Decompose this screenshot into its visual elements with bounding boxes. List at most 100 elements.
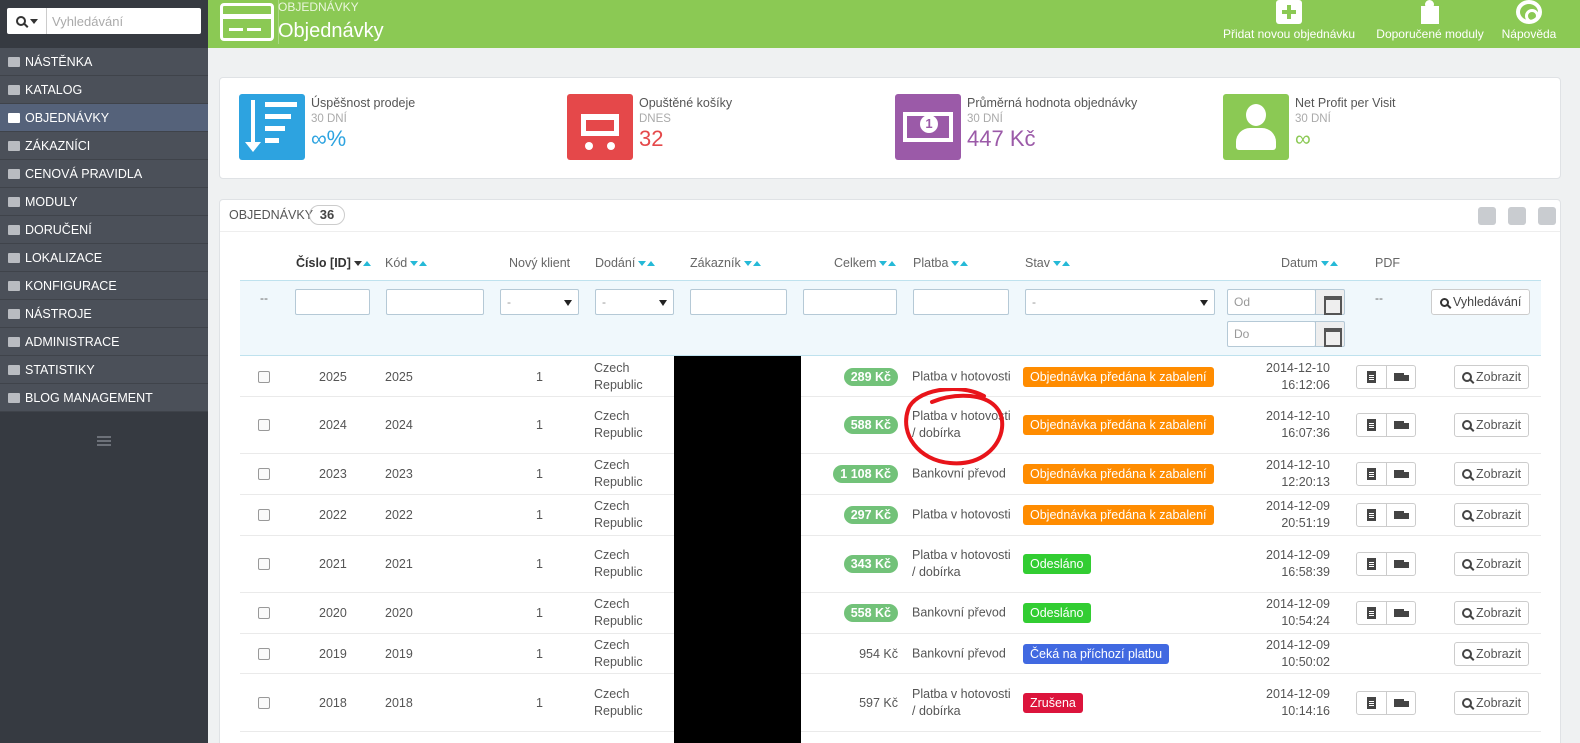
column-header-payment[interactable]: Platba [913, 256, 969, 270]
collapse-menu-icon[interactable] [97, 436, 111, 448]
calendar-icon[interactable] [1315, 289, 1345, 315]
page-header: OBJEDNÁVKY Objednávky Přidat novou objed… [208, 0, 1580, 48]
export-icon[interactable] [1508, 207, 1526, 225]
puzzle-icon [1417, 0, 1443, 24]
filter-total-input[interactable] [803, 289, 897, 315]
kpi-net-profit[interactable]: Net Profit per Visit 30 DNÍ ∞ [1223, 94, 1523, 160]
help-button[interactable]: Nápověda [1498, 0, 1560, 41]
filter-new-client-select[interactable]: - [500, 289, 579, 315]
sidebar-item-2[interactable]: OBJEDNÁVKY [0, 104, 208, 132]
kpi-conversion[interactable]: Úspěšnost prodeje 30 DNÍ ∞% [239, 94, 539, 160]
status-badge: Objednávka předána k zabalení [1023, 366, 1214, 387]
order-total: 558 Kč [843, 604, 898, 622]
wrench-icon [8, 280, 20, 291]
sidebar-item-12[interactable]: BLOG MANAGEMENT [0, 384, 208, 412]
row-checkbox[interactable] [258, 696, 270, 709]
delivery-slip-icon[interactable] [1386, 365, 1415, 388]
invoice-icon[interactable] [1357, 463, 1386, 485]
filter-date-from-input[interactable]: Od [1227, 289, 1316, 315]
delivery-slip-icon[interactable] [1386, 691, 1415, 714]
new-client-flag: 1 [536, 467, 543, 481]
new-client-flag: 1 [536, 606, 543, 620]
filter-payment-input[interactable] [913, 289, 1009, 315]
column-header-id[interactable]: Číslo [ID] [296, 256, 371, 270]
filter-status-select[interactable]: - [1025, 289, 1215, 315]
sidebar-item-10[interactable]: ADMINISTRACE [0, 328, 208, 356]
search-input[interactable] [52, 11, 197, 31]
delivery-slip-icon[interactable] [1386, 463, 1415, 485]
view-order-button[interactable]: Zobrazit [1454, 601, 1530, 625]
column-header-customer[interactable]: Zákazník [690, 256, 761, 270]
sidebar-item-1[interactable]: KATALOG [0, 76, 208, 104]
refresh-icon[interactable] [1538, 207, 1556, 225]
row-checkbox[interactable] [258, 558, 270, 570]
sidebar-item-3[interactable]: ZÁKAZNÍCI [0, 132, 208, 160]
invoice-icon[interactable] [1357, 602, 1386, 624]
view-order-button[interactable]: Zobrazit [1454, 503, 1530, 527]
search-scope-button[interactable] [7, 8, 47, 34]
invoice-icon[interactable] [1357, 553, 1386, 575]
row-checkbox[interactable] [258, 607, 270, 619]
column-header-code[interactable]: Kód [385, 256, 428, 270]
row-checkbox[interactable] [258, 509, 270, 521]
sidebar-item-7[interactable]: LOKALIZACE [0, 244, 208, 272]
add-order-button[interactable]: Přidat novou objednávku [1216, 0, 1362, 41]
delivery-country: Czech Republic [594, 409, 643, 440]
row-checkbox[interactable] [258, 370, 270, 383]
kpi-abandoned-carts[interactable]: Opuštěné košíky DNES 32 [567, 94, 867, 160]
sidebar-item-9[interactable]: NÁSTROJE [0, 300, 208, 328]
sidebar-item-11[interactable]: STATISTIKY [0, 356, 208, 384]
delivery-slip-icon[interactable] [1386, 504, 1415, 526]
payment-method: Platba v hotovosti / dobírka [912, 548, 1011, 579]
sidebar-item-label: DORUČENÍ [25, 222, 92, 237]
view-order-button[interactable]: Zobrazit [1454, 462, 1530, 486]
view-order-button[interactable]: Zobrazit [1454, 364, 1530, 389]
invoice-icon[interactable] [1357, 692, 1386, 714]
column-header-delivery[interactable]: Dodání [595, 256, 656, 270]
sidebar-item-4[interactable]: CENOVÁ PRAVIDLA [0, 160, 208, 188]
globe-icon [8, 252, 20, 263]
sidebar-item-6[interactable]: DORUČENÍ [0, 216, 208, 244]
column-header-date[interactable]: Datum [1281, 256, 1338, 270]
delivery-slip-icon[interactable] [1386, 414, 1415, 436]
view-order-button[interactable]: Zobrazit [1454, 413, 1530, 437]
invoice-icon[interactable] [1357, 504, 1386, 526]
filter-id-input[interactable] [295, 289, 370, 315]
filter-delivery-select[interactable]: - [595, 289, 674, 315]
recommended-modules-button[interactable]: Doporučené moduly [1371, 0, 1489, 41]
column-header-pdf: PDF [1375, 256, 1400, 270]
row-checkbox[interactable] [258, 419, 270, 431]
sidebar-item-8[interactable]: KONFIGURACE [0, 272, 208, 300]
row-checkbox[interactable] [258, 468, 270, 480]
status-badge: Objednávka předána k zabalení [1023, 415, 1214, 435]
delivery-country: Czech Republic [594, 597, 643, 628]
invoice-icon[interactable] [1357, 366, 1386, 388]
sidebar-item-label: LOKALIZACE [25, 250, 103, 265]
view-order-button[interactable]: Zobrazit [1454, 641, 1530, 666]
breadcrumb[interactable]: OBJEDNÁVKY [278, 0, 359, 14]
view-order-button[interactable]: Zobrazit [1454, 690, 1530, 715]
filter-code-input[interactable] [386, 289, 484, 315]
filter-date-to-input[interactable]: Do [1227, 321, 1316, 347]
calendar-icon[interactable] [1315, 321, 1345, 347]
filter-search-button[interactable]: Vyhledávání [1431, 289, 1531, 315]
filter-customer-input[interactable] [690, 289, 787, 315]
delivery-slip-icon[interactable] [1386, 553, 1415, 575]
kpi-average-order[interactable]: Průměrná hodnota objednávky 30 DNÍ 447 K… [895, 94, 1195, 160]
sidebar-item-label: NÁSTĚNKA [25, 54, 93, 69]
order-date: 2014-12-10 16:07:36 [1266, 409, 1330, 440]
sidebar-item-label: CENOVÁ PRAVIDLA [25, 166, 143, 181]
add-icon[interactable] [1478, 207, 1496, 225]
sidebar-item-0[interactable]: NÁSTĚNKA [0, 48, 208, 76]
delivery-slip-icon[interactable] [1386, 602, 1415, 624]
row-checkbox[interactable] [258, 647, 270, 660]
order-code: 2025 [385, 369, 413, 384]
sidebar-item-5[interactable]: MODULY [0, 188, 208, 216]
filter-pdf-dash: -- [1375, 291, 1383, 305]
view-order-button[interactable]: Zobrazit [1454, 552, 1530, 576]
invoice-icon[interactable] [1357, 414, 1386, 436]
sort-amount-icon [239, 94, 305, 160]
column-header-status[interactable]: Stav [1025, 256, 1071, 270]
column-header-total[interactable]: Celkem [834, 256, 897, 270]
order-date: 2014-12-09 10:54:24 [1266, 597, 1330, 628]
